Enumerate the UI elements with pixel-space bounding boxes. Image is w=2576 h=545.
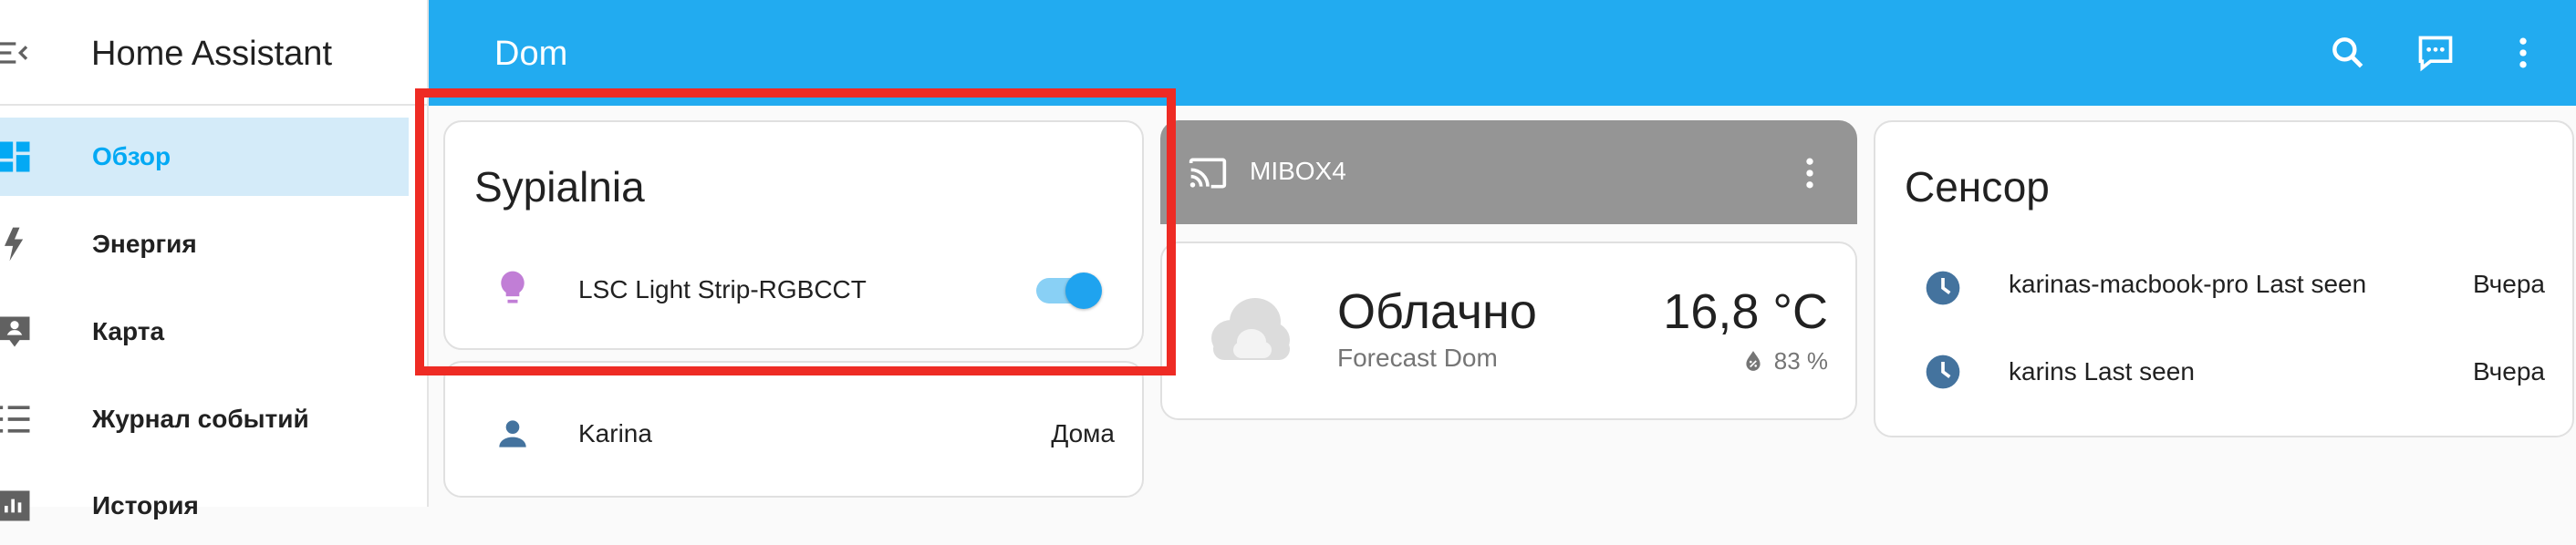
assist-chat-icon[interactable]: [2415, 33, 2456, 73]
highlight-box: [415, 88, 1176, 375]
water-percent-icon: [1746, 351, 1761, 371]
clock-icon[interactable]: [1923, 352, 1963, 392]
sidebar-item-label: Обзор: [92, 142, 171, 170]
sidebar-item-history[interactable]: История: [0, 467, 409, 545]
sensor-card: Сенсор karinas-macbook-pro Last seen Вче…: [1874, 120, 2574, 437]
lightning-bolt-icon: [5, 227, 24, 262]
sidebar-item-label: Карта: [92, 317, 165, 345]
sidebar-item-label: История: [92, 491, 199, 519]
more-vertical-icon[interactable]: [1790, 153, 1830, 193]
person-state: Дома: [1051, 419, 1115, 447]
media-player-card[interactable]: MIBOX4: [1160, 120, 1857, 224]
person-card: Karina Дома: [443, 361, 1144, 498]
weather-condition: Облачно: [1337, 284, 1537, 339]
sensor-row-name[interactable]: karinas-macbook-pro Last seen: [2009, 270, 2366, 299]
menu-collapse-icon[interactable]: [0, 35, 31, 71]
dashboard-title: Dom: [494, 35, 568, 73]
media-player-name: MIBOX4: [1250, 157, 1346, 185]
sidebar-item-label: Энергия: [92, 230, 197, 258]
more-vertical-icon[interactable]: [2503, 33, 2543, 73]
sidebar-header: Home Assistant: [0, 0, 427, 106]
sidebar-item-map[interactable]: Карта: [0, 293, 409, 371]
sidebar-item-overview[interactable]: Обзор: [0, 118, 409, 196]
sidebar: Home Assistant Обзор Энергия Карта Журна…: [0, 0, 429, 521]
weather-card[interactable]: Облачно Forecast Dom 16,8 °C 83 %: [1160, 242, 1857, 420]
card-title: Сенсор: [1905, 163, 2050, 211]
weather-temperature: 16,8 °C: [1663, 284, 1828, 339]
clock-icon[interactable]: [1923, 268, 1963, 308]
account-icon[interactable]: [493, 414, 533, 454]
sidebar-item-logbook[interactable]: Журнал событий: [0, 380, 409, 458]
logbook-list-icon: [0, 406, 30, 433]
sensor-row-state: Вчера: [2472, 357, 2545, 386]
sidebar-item-energy[interactable]: Энергия: [0, 205, 409, 283]
sensor-row-state: Вчера: [2472, 270, 2545, 298]
cast-icon: [1189, 158, 1227, 189]
map-account-icon: [0, 316, 30, 347]
weather-subtitle: Forecast Dom: [1337, 344, 1498, 372]
weather-humidity: 83 %: [1773, 347, 1828, 375]
cloudy-icon: [1211, 298, 1290, 360]
weather-humidity-row: 83 %: [1741, 347, 1828, 375]
search-icon[interactable]: [2328, 33, 2368, 73]
app-title: Home Assistant: [91, 35, 332, 73]
sensor-row-name[interactable]: karins Last seen: [2009, 357, 2195, 386]
sidebar-item-label: Журнал событий: [92, 405, 309, 433]
person-name[interactable]: Karina: [578, 419, 652, 448]
dashboard-icon: [0, 141, 30, 172]
history-chart-icon: [0, 490, 30, 521]
